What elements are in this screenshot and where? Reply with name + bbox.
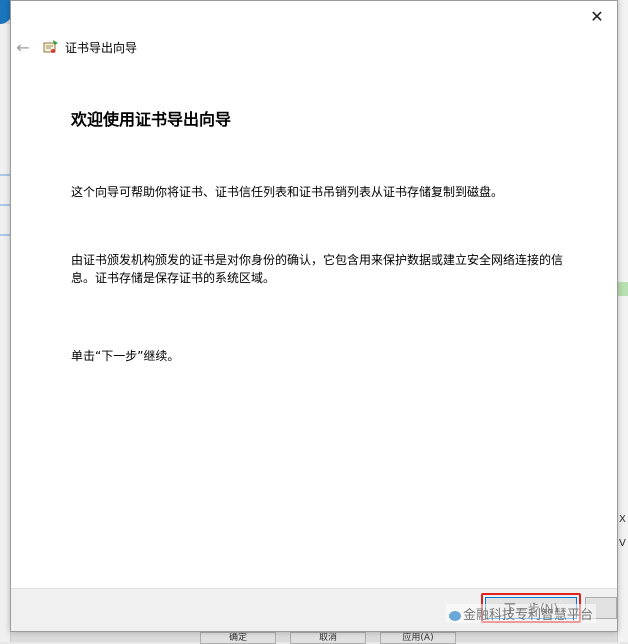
certificate-wizard-icon	[43, 40, 58, 53]
background-green-mark	[618, 282, 628, 296]
background-cancel-button[interactable]: 取消	[290, 632, 366, 644]
background-right-mark-2: V	[619, 538, 626, 549]
background-stripe	[0, 174, 10, 176]
close-button[interactable]: ✕	[585, 5, 609, 27]
background-stripe	[0, 204, 10, 206]
wizard-description-1: 这个向导可帮助你将证书、证书信任列表和证书吊销列表从证书存储复制到磁盘。	[71, 185, 504, 199]
watermark-text: 金融科技专利智慧平台	[463, 608, 594, 623]
background-dialog-buttons: 确定 取消 应用(A)	[200, 632, 480, 644]
wizard-description-2: 由证书颁发机构颁发的证书是对你身份的确认，它包含用来保护数据或建立安全网络连接的…	[71, 253, 564, 285]
wizard-window-title: 证书导出向导	[65, 41, 138, 55]
background-right-mark-1: X	[619, 514, 626, 525]
watermark: 金融科技专利智慧平台	[446, 604, 597, 623]
background-ok-button[interactable]: 确定	[200, 632, 276, 644]
wizard-content: 欢迎使用证书导出向导 这个向导可帮助你将证书、证书信任列表和证书吊销列表从证书存…	[71, 101, 581, 363]
certificate-export-wizard-dialog: ✕ ← 证书导出向导 欢迎使用证书导出向导 这个向导可帮助你将证书、证书信任列表…	[10, 0, 618, 632]
background-apply-button[interactable]: 应用(A)	[380, 632, 456, 644]
wizard-instruction: 单击“下一步”继续。	[71, 349, 180, 363]
watermark-logo-icon	[449, 610, 461, 621]
back-arrow-icon[interactable]: ←	[13, 37, 33, 57]
background-stripe	[0, 234, 10, 236]
wizard-heading: 欢迎使用证书导出向导	[71, 110, 232, 129]
